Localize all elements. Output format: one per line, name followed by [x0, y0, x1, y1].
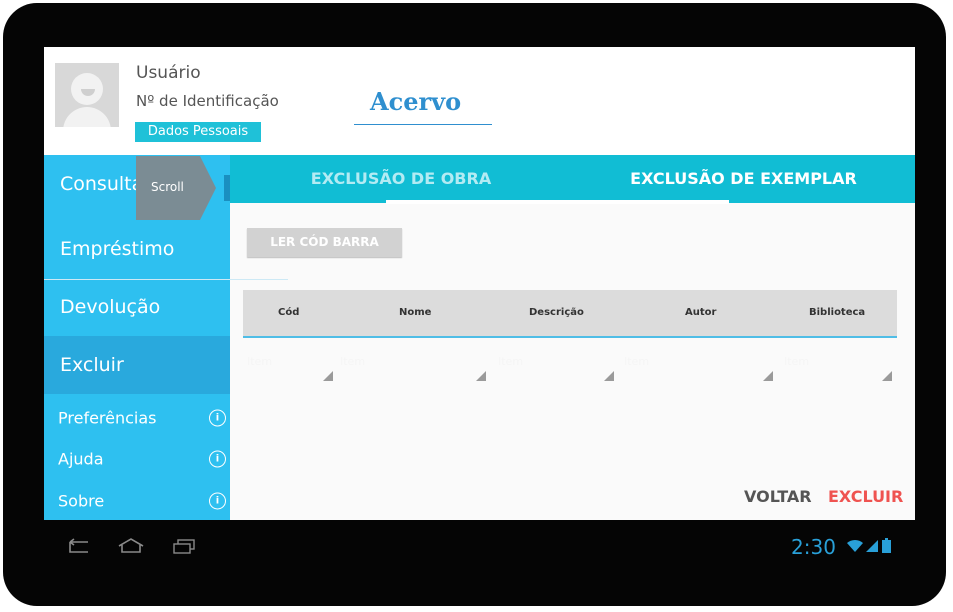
sidebar-item-ajuda[interactable]: Ajuda i	[44, 441, 230, 477]
scroll-tooltip: Scroll	[136, 156, 216, 220]
info-icon[interactable]: i	[209, 409, 226, 427]
sidebar-item-label: Preferências	[58, 408, 157, 428]
autor-spinner[interactable]: Item	[620, 347, 773, 381]
avatar-body-icon	[63, 107, 111, 127]
nome-placeholder: Item	[340, 355, 366, 368]
cod-spinner[interactable]: Item	[243, 347, 333, 381]
column-header-cod: Cód	[278, 307, 300, 318]
biblioteca-placeholder: Item	[784, 355, 810, 368]
biblioteca-spinner[interactable]: Item	[780, 347, 892, 381]
delete-button[interactable]: EXCLUIR	[828, 487, 903, 506]
scroll-label: Scroll	[151, 180, 184, 194]
back-nav-icon[interactable]	[64, 538, 90, 554]
avatar[interactable]	[55, 63, 119, 127]
home-nav-icon[interactable]	[117, 537, 145, 554]
info-icon[interactable]: i	[209, 450, 226, 468]
table-header: Cód Nome Descrição Autor Biblioteca	[243, 290, 897, 338]
autor-placeholder: Item	[624, 355, 650, 368]
sidebar-item-emprestimo[interactable]: Empréstimo	[44, 220, 230, 278]
app-screen: Usuário Nº de Identificação Dados Pessoa…	[44, 47, 915, 520]
user-id-label: Nº de Identificação	[136, 92, 279, 110]
status-clock: 2:30	[791, 535, 836, 559]
nome-spinner[interactable]: Item	[336, 347, 486, 381]
sidebar-item-label: Ajuda	[58, 449, 104, 469]
sidebar-item-devolucao[interactable]: Devolução	[44, 278, 230, 336]
recent-apps-nav-icon[interactable]	[172, 539, 196, 554]
dropdown-corner-icon	[604, 371, 614, 381]
dropdown-corner-icon	[763, 371, 773, 381]
descricao-placeholder: Item	[498, 355, 524, 368]
column-header-nome: Nome	[399, 307, 432, 318]
sidebar-item-label: Empréstimo	[60, 238, 175, 260]
sidebar-active-divider	[44, 279, 288, 280]
tab-exclusao-obra[interactable]: EXCLUSÃO DE OBRA	[230, 155, 572, 203]
sidebar-item-label: Excluir	[60, 354, 124, 376]
column-header-autor: Autor	[685, 307, 717, 318]
sidebar-item-label: Consulta	[60, 173, 144, 195]
info-icon[interactable]: i	[209, 492, 226, 510]
cod-placeholder: Item	[247, 355, 273, 368]
sidebar-item-excluir[interactable]: Excluir	[44, 336, 230, 394]
personal-data-button[interactable]: Dados Pessoais	[135, 122, 261, 142]
read-barcode-button[interactable]: LER CÓD BARRA	[247, 228, 402, 257]
sidebar-item-label: Sobre	[58, 491, 105, 511]
title-underline	[354, 124, 492, 125]
tab-bar: EXCLUSÃO DE OBRA EXCLUSÃO DE EXEMPLAR	[230, 155, 915, 203]
signal-icon	[866, 540, 878, 552]
wifi-icon	[847, 539, 863, 552]
user-name-label: Usuário	[136, 63, 201, 83]
descricao-spinner[interactable]: Item	[494, 347, 614, 381]
column-header-biblioteca: Biblioteca	[809, 307, 866, 318]
sidebar-item-sobre[interactable]: Sobre i	[44, 483, 230, 519]
dropdown-corner-icon	[323, 371, 333, 381]
sidebar-item-preferencias[interactable]: Preferências i	[44, 400, 230, 436]
dropdown-corner-icon	[476, 371, 486, 381]
tab-exclusao-exemplar[interactable]: EXCLUSÃO DE EXEMPLAR	[572, 155, 915, 203]
profile-header: Usuário Nº de Identificação Dados Pessoa…	[44, 47, 915, 155]
tab-indicator	[386, 200, 729, 204]
back-button[interactable]: VOLTAR	[744, 487, 812, 506]
app-title: Acervo	[370, 87, 462, 116]
column-header-descricao: Descrição	[529, 307, 584, 318]
battery-icon	[882, 538, 891, 553]
sidebar-item-label: Devolução	[60, 296, 161, 318]
dropdown-corner-icon	[882, 371, 892, 381]
